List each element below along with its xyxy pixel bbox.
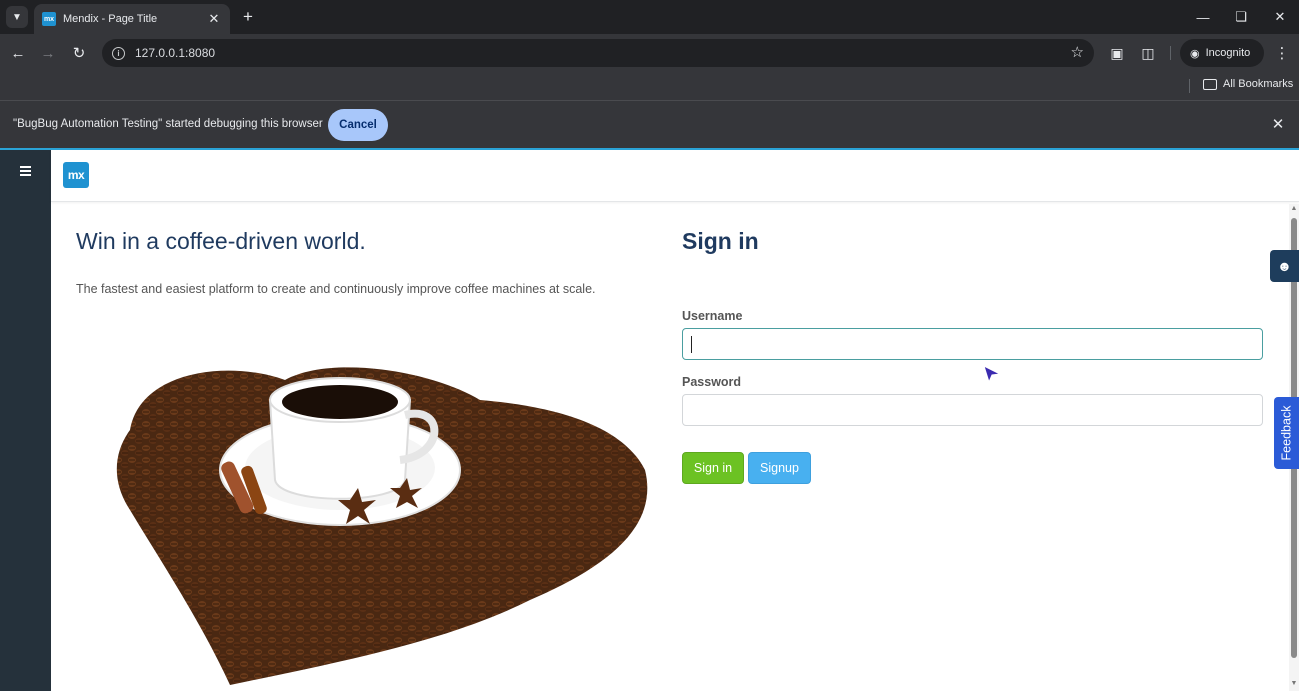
app-topbar: mx bbox=[51, 150, 1299, 202]
username-label: Username bbox=[682, 309, 743, 323]
scroll-down-arrow-icon[interactable]: ▼ bbox=[1290, 680, 1298, 688]
all-bookmarks-button[interactable]: All Bookmarks bbox=[1203, 78, 1293, 90]
hero-title: Win in a coffee-driven world. bbox=[76, 228, 366, 254]
bookmark-star-icon[interactable]: ☆ bbox=[1071, 43, 1084, 61]
mendix-logo[interactable]: mx bbox=[63, 162, 89, 188]
hero-subtitle: The fastest and easiest platform to crea… bbox=[76, 282, 596, 296]
mouse-cursor-icon bbox=[983, 365, 1002, 384]
debugging-infobar: "BugBug Automation Testing" started debu… bbox=[0, 100, 1299, 148]
tab-title: Mendix - Page Title bbox=[63, 13, 158, 25]
browser-tab[interactable]: mx Mendix - Page Title ✕ bbox=[34, 4, 230, 34]
infobar-close-icon[interactable]: ✕ bbox=[1268, 115, 1288, 133]
browser-tabstrip: ▼ mx Mendix - Page Title ✕ + — ❏ ✕ bbox=[0, 0, 1299, 34]
tab-search-chevron-icon[interactable]: ▼ bbox=[6, 6, 28, 28]
text-caret bbox=[691, 336, 692, 353]
toolbar-divider bbox=[1170, 46, 1171, 60]
bookmarks-bar: All Bookmarks bbox=[0, 72, 1299, 100]
app-sidebar bbox=[0, 150, 51, 691]
reload-icon[interactable]: ↻ bbox=[68, 42, 90, 64]
feedback-tab[interactable]: Feedback bbox=[1274, 397, 1299, 469]
debugging-message: "BugBug Automation Testing" started debu… bbox=[13, 118, 323, 130]
browser-toolbar: ← → ↻ i 127.0.0.1:8080 ☆ ▣ ◫ ◉ Incognito… bbox=[0, 34, 1299, 72]
password-input[interactable] bbox=[682, 394, 1263, 426]
accessibility-widget-icon[interactable]: ☻ bbox=[1270, 250, 1299, 282]
feedback-label: Feedback bbox=[1279, 405, 1294, 461]
extensions-puzzle-icon[interactable]: ◫ bbox=[1139, 44, 1157, 62]
mendix-favicon-icon: mx bbox=[42, 12, 56, 26]
scroll-up-arrow-icon[interactable]: ▲ bbox=[1290, 205, 1298, 213]
address-bar[interactable]: i 127.0.0.1:8080 ☆ bbox=[102, 39, 1094, 67]
all-bookmarks-label: All Bookmarks bbox=[1223, 78, 1294, 90]
username-input[interactable] bbox=[682, 328, 1263, 360]
bookmarks-divider bbox=[1189, 79, 1190, 93]
url-text: 127.0.0.1:8080 bbox=[135, 46, 216, 60]
signin-title: Sign in bbox=[682, 228, 759, 254]
new-tab-icon[interactable]: + bbox=[238, 7, 258, 27]
bugbug-extension-icon[interactable]: ▣ bbox=[1108, 44, 1126, 62]
minimize-icon[interactable]: — bbox=[1188, 7, 1218, 27]
browser-menu-icon[interactable]: ⋮ bbox=[1272, 42, 1292, 64]
forward-arrow-icon[interactable]: → bbox=[37, 42, 59, 64]
debug-cancel-button[interactable]: Cancel bbox=[328, 109, 388, 141]
signup-button[interactable]: Signup bbox=[748, 452, 811, 484]
incognito-badge[interactable]: ◉ Incognito bbox=[1180, 39, 1264, 67]
incognito-icon: ◉ bbox=[1190, 47, 1200, 60]
password-label: Password bbox=[682, 375, 742, 389]
site-info-icon[interactable]: i bbox=[112, 46, 125, 60]
folder-icon bbox=[1203, 78, 1217, 90]
hamburger-menu-icon[interactable] bbox=[20, 166, 31, 176]
incognito-label: Incognito bbox=[1205, 47, 1251, 59]
window-close-icon[interactable]: ✕ bbox=[1265, 7, 1295, 27]
restore-icon[interactable]: ❏ bbox=[1226, 7, 1256, 27]
signin-button[interactable]: Sign in bbox=[682, 452, 744, 484]
page-viewport: mx Win in a coffee-driven world. The fas… bbox=[0, 148, 1299, 691]
back-arrow-icon[interactable]: ← bbox=[7, 42, 29, 64]
tab-close-icon[interactable]: ✕ bbox=[206, 11, 222, 27]
coffee-heart-image bbox=[116, 367, 648, 685]
